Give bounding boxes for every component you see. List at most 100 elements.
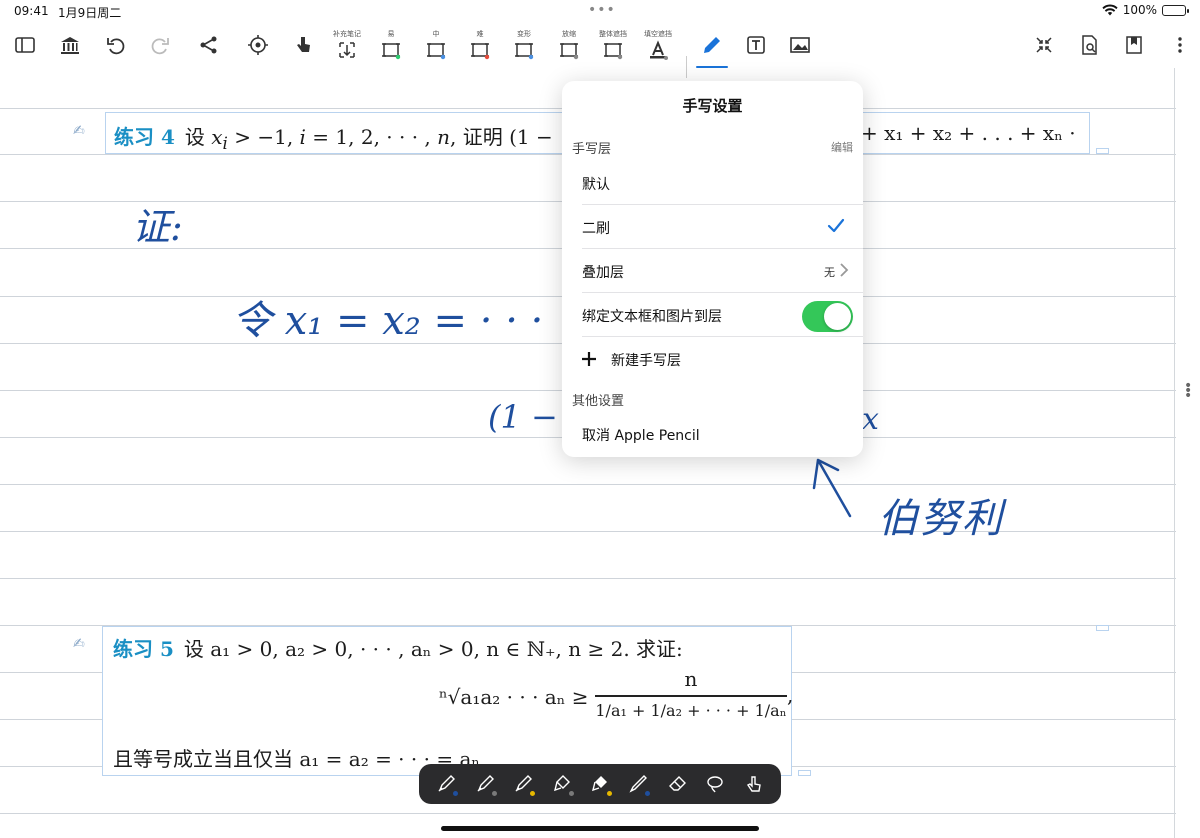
layer-default-row[interactable]: 默认 xyxy=(562,161,863,205)
exercise-5-line1: 设 a₁ > 0, a₂ > 0, · · · , aₙ > 0, n ∈ ℕ₊… xyxy=(183,637,683,661)
image-button[interactable] xyxy=(782,22,818,68)
blank-mask-caption: 填空遮挡 xyxy=(644,29,672,38)
whole-mask-icon xyxy=(604,42,623,59)
whole-mask-caption: 整体遮挡 xyxy=(599,29,627,38)
redo-icon xyxy=(151,38,169,55)
pen-color-dot xyxy=(606,791,612,796)
review-button[interactable] xyxy=(240,22,276,68)
overlay-layer-row[interactable]: 叠加层 无 xyxy=(562,249,863,293)
plus-icon xyxy=(582,352,596,366)
bind-layer-row: 绑定文本框和图片到层 xyxy=(562,293,863,337)
supplement-note-button[interactable]: 补充笔记 xyxy=(329,22,365,68)
card-easy-button[interactable]: 易 xyxy=(373,22,409,68)
handwriting-x[interactable]: x xyxy=(862,402,879,437)
checkmark-icon xyxy=(827,218,845,233)
card-medium-icon xyxy=(427,42,446,59)
pencil-tool[interactable] xyxy=(621,767,655,801)
handwriting-bernoulli[interactable]: 伯努利 xyxy=(878,486,1004,544)
eraser-icon xyxy=(668,776,686,791)
card-medium-button[interactable]: 中 xyxy=(418,22,454,68)
brush-pen-tool[interactable] xyxy=(506,767,540,801)
textbox-button[interactable] xyxy=(738,22,774,68)
textbox-icon xyxy=(747,36,765,54)
pointer-button[interactable] xyxy=(285,22,321,68)
new-layer-label: 新建手写层 xyxy=(611,353,681,369)
medium-caption: 中 xyxy=(432,29,440,38)
collapse-caption: 放缩 xyxy=(562,29,576,38)
finger-draw-tool[interactable] xyxy=(737,767,771,801)
handwriting-bracket[interactable]: (1 − xyxy=(488,398,558,436)
section-handwriting-layers: 手写层 xyxy=(572,142,612,157)
highlighter-tool[interactable] xyxy=(545,767,579,801)
marker-tool[interactable] xyxy=(583,767,617,801)
sidebar-button[interactable] xyxy=(7,22,43,68)
bind-layer-toggle[interactable] xyxy=(802,301,853,332)
home-indicator[interactable] xyxy=(441,826,759,831)
fountain-pen-tool[interactable] xyxy=(429,767,463,801)
fullscreen-button[interactable] xyxy=(1026,22,1062,68)
excerpt-marker-icon[interactable]: ✍ xyxy=(73,123,85,139)
more-button[interactable] xyxy=(1162,22,1198,68)
exercise-5-fraction: n 1/a₁ + 1/a₂ + · · · + 1/aₙ xyxy=(595,667,787,720)
undo-button[interactable] xyxy=(98,22,134,68)
lasso-icon xyxy=(707,776,723,793)
supplement-caption: 补充笔记 xyxy=(333,29,361,38)
fraction-denominator: 1/a₁ + 1/a₂ + · · · + 1/aₙ xyxy=(595,700,787,720)
battery-percent: 100% xyxy=(1122,3,1157,17)
redo-button[interactable] xyxy=(142,22,178,68)
resize-handle[interactable] xyxy=(1096,148,1109,154)
fullscreen-icon xyxy=(1036,37,1052,53)
pen-color-dot xyxy=(645,791,651,796)
mindmap-button[interactable] xyxy=(190,22,226,68)
pen-color-dot xyxy=(491,791,497,796)
sidebar-icon xyxy=(15,37,35,53)
page-side-handle[interactable]: • • • xyxy=(1184,379,1192,403)
handwriting-arrow[interactable] xyxy=(808,454,858,524)
bind-layer-label: 绑定文本框和图片到层 xyxy=(582,309,722,325)
handwriting-settings-popover: 手写设置 手写层 编辑 默认 二刷 叠加层 无 绑定文本框和图片到层 新建手写层… xyxy=(562,81,863,457)
handwriting-let[interactable]: 令 x₁ = x₂ = · · · xyxy=(232,288,543,346)
section-other-settings: 其他设置 xyxy=(572,394,625,409)
cancel-pencil-row[interactable]: 取消 Apple Pencil xyxy=(562,413,863,457)
exercise-5-root: ⁿ√a₁a₂ · · · aₙ ≥ xyxy=(439,685,589,709)
lasso-tool[interactable] xyxy=(698,767,732,801)
status-right: 100% xyxy=(1102,3,1189,17)
blank-mask-button[interactable]: 填空遮挡 xyxy=(640,22,676,68)
ballpoint-pen-tool[interactable] xyxy=(468,767,502,801)
exercise-4-tail: + x₁ + x₂ + . . . + xₙ · xyxy=(861,121,1076,145)
handwriting-proof[interactable]: 证: xyxy=(132,196,183,251)
pen-tools-bar xyxy=(419,764,781,804)
bookmark-icon xyxy=(1126,36,1142,54)
exercise-4-label: 练习 4 xyxy=(114,125,175,149)
pen-color-dot xyxy=(453,791,459,796)
multitask-dots[interactable]: ••• xyxy=(588,2,616,18)
edit-layers-button[interactable]: 编辑 xyxy=(831,139,853,155)
supplement-note-icon xyxy=(339,41,355,58)
card-hard-icon xyxy=(471,42,490,59)
hard-caption: 难 xyxy=(476,29,484,38)
resize-handle[interactable] xyxy=(798,770,811,776)
blank-mask-icon xyxy=(650,39,668,60)
layer-second-brush-row[interactable]: 二刷 xyxy=(562,205,863,249)
exercise-5-box[interactable]: 练习 5 设 a₁ > 0, a₂ > 0, · · · , aₙ > 0, n … xyxy=(102,626,793,776)
bookmark-button[interactable] xyxy=(1116,22,1152,68)
eraser-tool[interactable] xyxy=(660,767,694,801)
card-collapse-button[interactable]: 放缩 xyxy=(551,22,587,68)
more-icon xyxy=(1178,37,1182,53)
resize-handle[interactable] xyxy=(1096,625,1109,631)
new-layer-row[interactable]: 新建手写层 xyxy=(562,337,863,381)
card-easy-icon xyxy=(382,42,401,59)
whole-mask-button[interactable]: 整体遮挡 xyxy=(595,22,631,68)
mindmap-icon xyxy=(200,36,217,54)
pen-mode-button[interactable] xyxy=(694,22,730,68)
card-hard-button[interactable]: 难 xyxy=(462,22,498,68)
card-variant-button[interactable]: 变形 xyxy=(506,22,542,68)
excerpt-marker-icon[interactable]: ✍ xyxy=(73,636,85,652)
library-button[interactable] xyxy=(52,22,88,68)
layer-default-label: 默认 xyxy=(582,177,610,193)
chevron-right-icon xyxy=(840,263,849,277)
pen-icon xyxy=(704,37,720,53)
search-doc-button[interactable] xyxy=(1071,22,1107,68)
page-rule xyxy=(0,578,1176,579)
review-icon xyxy=(248,35,268,55)
